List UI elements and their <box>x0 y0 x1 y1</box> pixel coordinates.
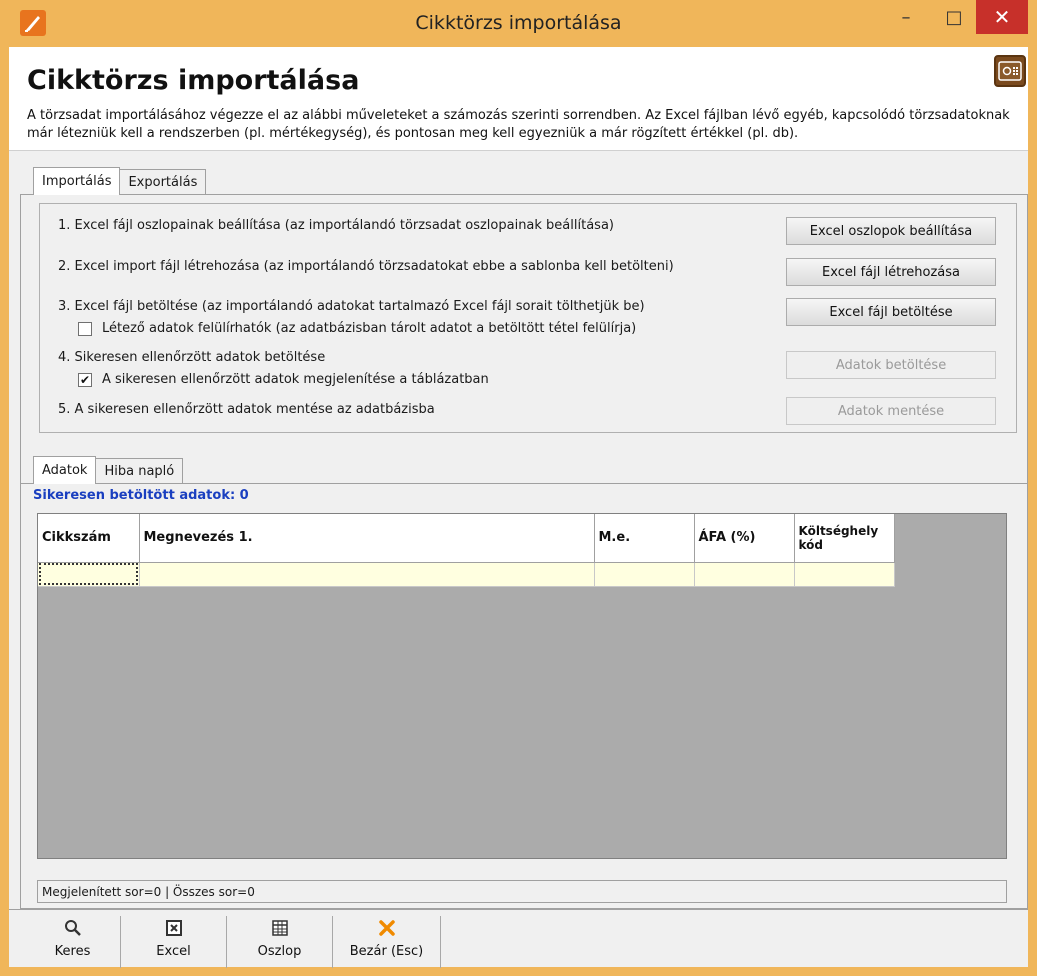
step-5-label: 5. A sikeresen ellenőrzött adatok mentés… <box>58 402 435 417</box>
step-3-label: 3. Excel fájl betöltése (az importálandó… <box>58 299 645 314</box>
table-cell[interactable] <box>38 562 140 587</box>
excel-columns-button[interactable]: Excel oszlopok beállítása <box>786 217 996 245</box>
bottom-toolbar: Keres Excel Oszlop Bezár (Esc) <box>9 909 1028 968</box>
oszlop-label: Oszlop <box>257 944 302 959</box>
overwrite-checkbox[interactable] <box>78 321 92 336</box>
title-bar[interactable]: Cikktörzs importálása – □ ✕ <box>0 0 1037 46</box>
table-cell[interactable] <box>594 562 695 587</box>
top-tab-strip: Importálás Exportálás <box>33 167 207 195</box>
magnifier-icon <box>64 916 82 940</box>
steps-group: 1. Excel fájl oszlopainak beállítása (az… <box>39 203 1017 433</box>
window-frame: Cikktörzs importálása – □ ✕ Cikktörzs im… <box>0 0 1037 976</box>
loaded-count-label: Sikeresen betöltött adatok: 0 <box>33 488 249 503</box>
tab-importalas[interactable]: Importálás <box>33 167 121 195</box>
create-excel-file-button[interactable]: Excel fájl létrehozása <box>786 258 996 286</box>
header-area: Cikktörzs importálása A törzsadat import… <box>9 47 1028 151</box>
keres-label: Keres <box>54 944 91 959</box>
close-x-icon <box>377 916 397 940</box>
show-in-table-checkbox-label: A sikeresen ellenőrzött adatok megjelení… <box>102 372 489 387</box>
oszlop-button[interactable]: Oszlop <box>227 916 333 968</box>
maximize-button[interactable]: □ <box>930 0 978 34</box>
col-header-cikkszam[interactable]: Cikkszám <box>38 514 140 563</box>
data-grid[interactable]: Cikkszám Megnevezés 1. M.e. ÁFA (%) Költ… <box>37 513 1007 859</box>
load-data-button[interactable]: Adatok betöltése <box>786 351 996 379</box>
col-header-megnevezes[interactable]: Megnevezés 1. <box>139 514 595 563</box>
grid-status-bar: Megjelenített sor=0 | Összes sor=0 <box>37 880 1007 903</box>
overwrite-checkbox-row[interactable]: Létező adatok felülírhatók (az adatbázis… <box>78 321 636 336</box>
step-1-label: 1. Excel fájl oszlopainak beállítása (az… <box>58 218 614 233</box>
col-header-afa[interactable]: ÁFA (%) <box>694 514 795 563</box>
columns-icon <box>271 916 289 940</box>
table-cell[interactable] <box>794 562 895 587</box>
col-header-me[interactable]: M.e. <box>594 514 695 563</box>
import-tab-panel: 1. Excel fájl oszlopainak beállítása (az… <box>20 194 1028 490</box>
step-2-label: 2. Excel import fájl létrehozása (az imp… <box>58 259 674 274</box>
minimize-button[interactable]: – <box>882 0 930 34</box>
show-in-table-checkbox[interactable]: ✔ <box>78 372 92 387</box>
page-title: Cikktörzs importálása <box>27 65 360 96</box>
tab-hiba-naplo[interactable]: Hiba napló <box>95 458 184 484</box>
close-button[interactable]: ✕ <box>976 0 1028 34</box>
bezar-button[interactable]: Bezár (Esc) <box>333 916 441 968</box>
show-in-table-checkbox-row[interactable]: ✔ A sikeresen ellenőrzött adatok megjele… <box>78 372 489 387</box>
overwrite-checkbox-label: Létező adatok felülírhatók (az adatbázis… <box>102 321 637 336</box>
excel-button[interactable]: Excel <box>121 916 227 968</box>
excel-icon <box>165 916 183 940</box>
safe-icon <box>994 55 1026 87</box>
window-client: Cikktörzs importálása A törzsadat import… <box>9 47 1028 968</box>
tab-exportalas[interactable]: Exportálás <box>119 169 207 195</box>
step-4-label: 4. Sikeresen ellenőrzött adatok betöltés… <box>58 350 326 365</box>
save-data-button[interactable]: Adatok mentése <box>786 397 996 425</box>
bottom-tab-strip: Adatok Hiba napló <box>33 456 184 484</box>
excel-label: Excel <box>156 944 191 959</box>
tab-adatok[interactable]: Adatok <box>33 456 97 484</box>
load-excel-file-button[interactable]: Excel fájl betöltése <box>786 298 996 326</box>
table-row[interactable] <box>38 562 895 587</box>
page-description: A törzsadat importálásához végezze el az… <box>27 108 1010 141</box>
bezar-label: Bezár (Esc) <box>349 944 424 959</box>
table-cell[interactable] <box>139 562 595 587</box>
table-cell[interactable] <box>694 562 795 587</box>
keres-button[interactable]: Keres <box>25 916 121 968</box>
data-grid-table: Cikkszám Megnevezés 1. M.e. ÁFA (%) Költ… <box>38 514 895 587</box>
col-header-koltseghely[interactable]: Költséghely kód <box>794 514 895 563</box>
data-tab-panel: Sikeresen betöltött adatok: 0 Cikkszám M… <box>20 483 1028 909</box>
